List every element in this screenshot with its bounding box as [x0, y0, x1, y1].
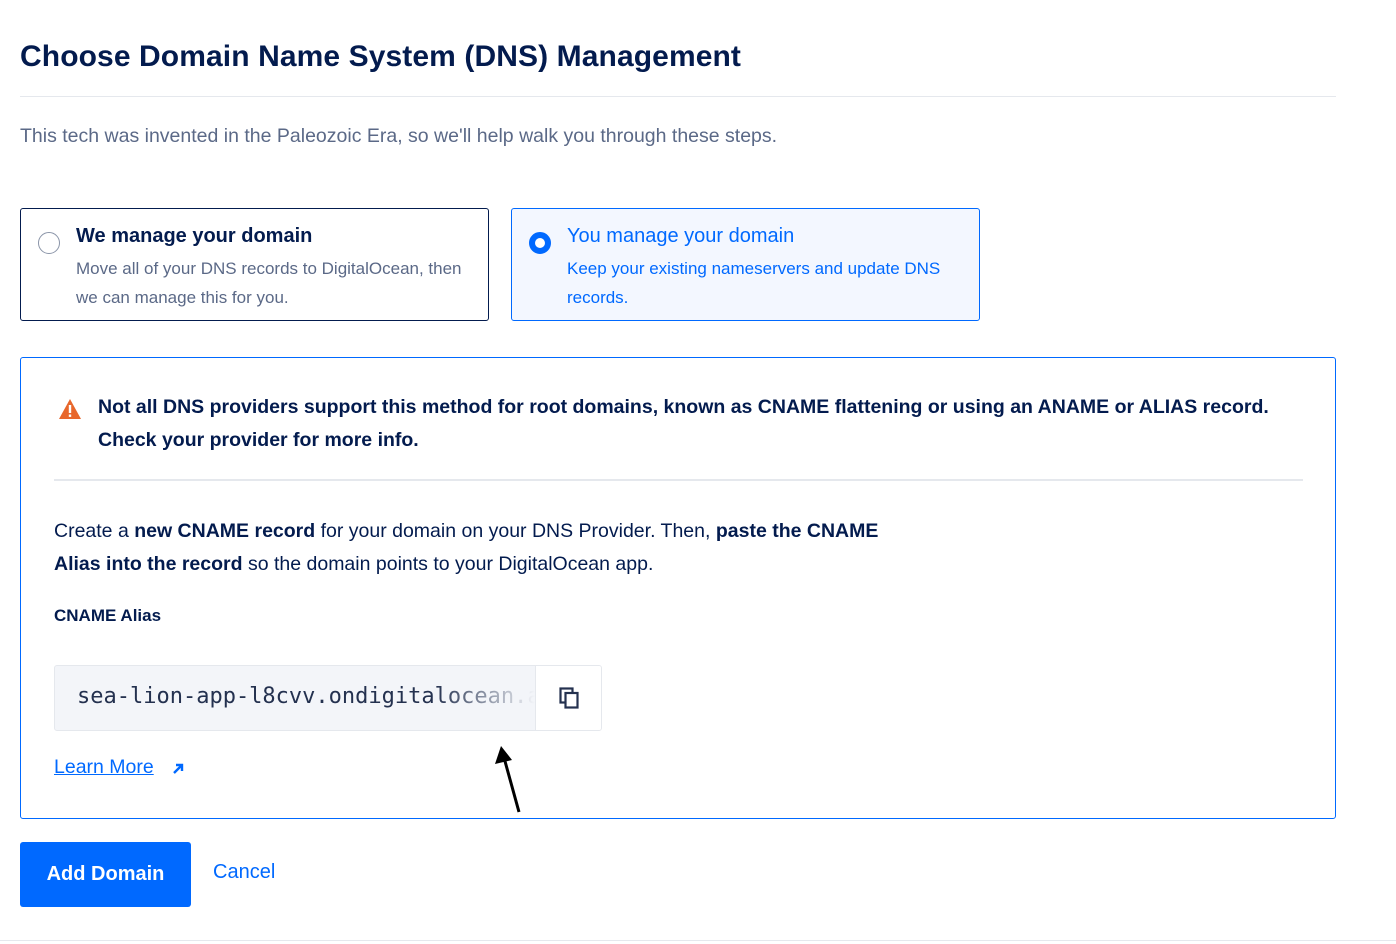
intro-text: This tech was invented in the Paleozoic … [20, 125, 778, 147]
instructions-part-2: for your domain on your DNS Provider. Th… [315, 520, 716, 542]
radio-we-manage[interactable] [38, 232, 60, 254]
cname-alias-field[interactable]: sea-lion-app-l8cvv.ondigitalocean.app [54, 665, 602, 731]
panel-divider [54, 479, 1303, 481]
annotation-arrow-icon [495, 746, 521, 813]
cancel-button[interactable]: Cancel [213, 861, 275, 884]
option-we-manage-title: We manage your domain [76, 225, 313, 247]
warning-triangle-icon [59, 399, 81, 419]
alias-fade-overlay [435, 666, 535, 730]
copy-button[interactable] [535, 666, 601, 730]
warning-text: Not all DNS providers support this metho… [98, 396, 1269, 451]
add-domain-button[interactable]: Add Domain [20, 842, 191, 907]
cname-instructions-panel: Not all DNS providers support this metho… [20, 357, 1336, 819]
option-we-manage[interactable]: We manage your domain Move all of your D… [20, 208, 489, 321]
radio-you-manage[interactable] [529, 232, 551, 254]
dns-management-page: Choose Domain Name System (DNS) Manageme… [0, 0, 1396, 944]
option-you-manage[interactable]: You manage your domain Keep your existin… [511, 208, 980, 321]
page-title: Choose Domain Name System (DNS) Manageme… [20, 40, 742, 73]
instructions-part-3: so the domain points to your DigitalOcea… [242, 553, 654, 575]
cname-instructions: Create a new CNAME record for your domai… [54, 515, 914, 581]
instructions-bold-1: new CNAME record [134, 520, 316, 542]
bottom-divider [0, 940, 1396, 941]
option-you-manage-description: Keep your existing nameservers and updat… [567, 259, 941, 307]
copy-icon [559, 687, 579, 709]
external-link-arrow-icon [173, 763, 184, 774]
option-we-manage-description: Move all of your DNS records to DigitalO… [76, 259, 462, 307]
option-you-manage-title: You manage your domain [567, 225, 795, 247]
cname-alias-label: CNAME Alias [54, 606, 162, 625]
instructions-part-1: Create a [54, 520, 135, 542]
title-divider [20, 96, 1336, 97]
learn-more-link[interactable]: Learn More [54, 756, 154, 779]
